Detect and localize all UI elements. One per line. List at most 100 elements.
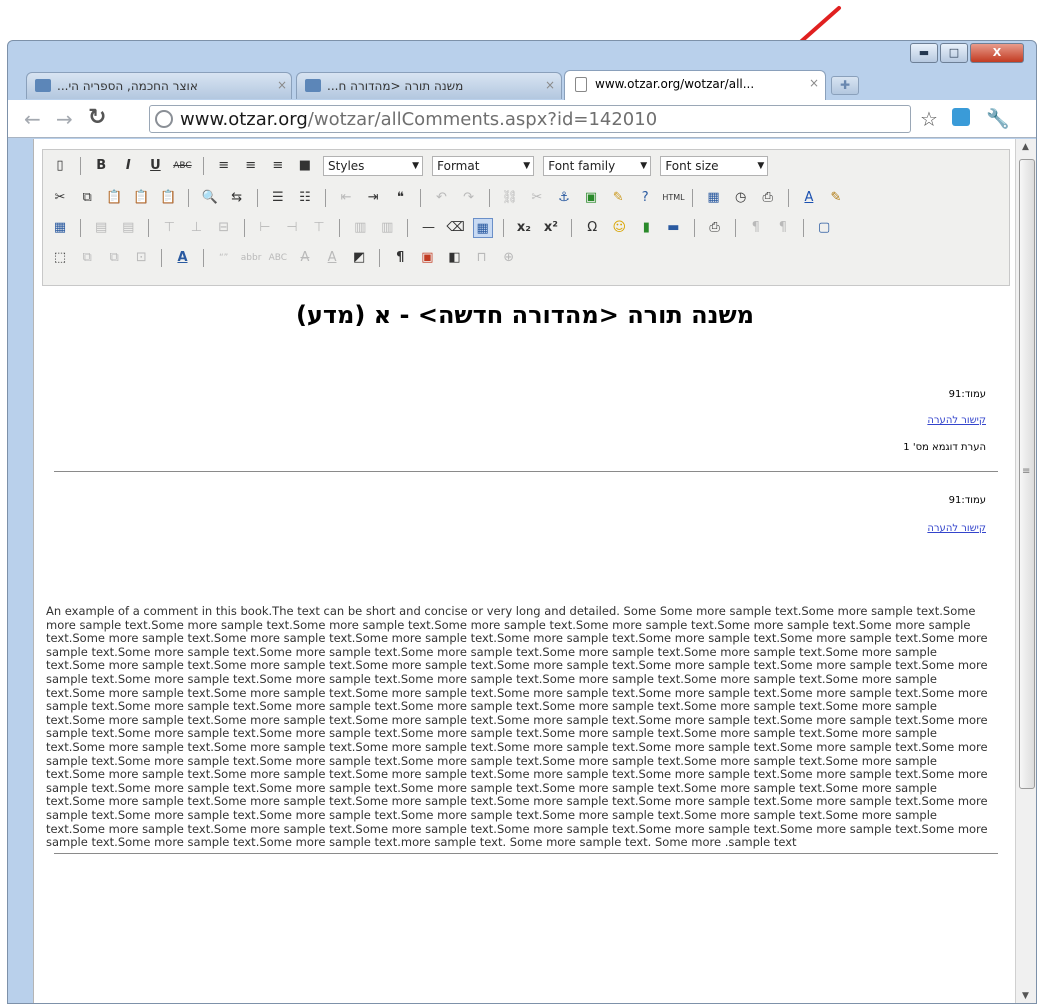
horizontal-rule-icon[interactable]: — (419, 218, 439, 238)
paste-text-icon[interactable]: 📋 (131, 188, 151, 208)
close-tab-icon[interactable]: × (277, 78, 287, 92)
remove-format-icon[interactable]: ⌫ (446, 218, 466, 238)
subscript-icon[interactable]: x₂ (514, 218, 534, 238)
table-icon[interactable]: ▦ (50, 218, 70, 238)
font-family-dropdown[interactable]: Font family ▼ (543, 156, 652, 176)
page-break-icon[interactable]: ◧ (445, 248, 465, 268)
deletion-icon[interactable]: A (295, 248, 315, 268)
insert-col-before-icon[interactable]: ⊢ (255, 218, 275, 238)
unlink-icon[interactable]: ✂ (527, 188, 547, 208)
reload-icon[interactable]: ↻ (88, 105, 106, 130)
editor-content-area[interactable]: משנה תורה <מהדורה חדשה> - א (מדע) עמוד:9… (34, 287, 1016, 1003)
emoticon-icon[interactable]: ☺ (609, 218, 629, 238)
advanced-hr-icon[interactable]: ▬ (663, 218, 683, 238)
acronym-icon[interactable]: ABC (268, 248, 288, 268)
bookmark-star-icon[interactable]: ☆ (920, 107, 938, 131)
align-center-icon[interactable]: ≡ (241, 156, 261, 176)
new-tab-button[interactable]: ✚ (831, 76, 859, 95)
absolute-icon[interactable]: ⊡ (131, 248, 151, 268)
align-justify-icon[interactable]: ■ (295, 156, 315, 176)
close-window-button[interactable]: X (970, 43, 1024, 63)
italic-icon[interactable]: I (118, 156, 138, 176)
indent-icon[interactable]: ⇥ (363, 188, 383, 208)
fullscreen-icon[interactable]: ▢ (814, 218, 834, 238)
back-arrow-icon[interactable]: ← (24, 107, 41, 131)
wrench-icon[interactable]: 🔧 (986, 107, 1010, 130)
close-tab-icon[interactable]: × (809, 76, 819, 90)
insert-col-after-icon[interactable]: ⊣ (282, 218, 302, 238)
find-icon[interactable]: 🔍 (200, 188, 220, 208)
tab-mishneh-torah[interactable]: ...משנה תורה <מהדורה ח × (296, 72, 562, 99)
paste-word-icon[interactable]: 📋 (158, 188, 178, 208)
insert-row-after-icon[interactable]: ⊥ (187, 218, 207, 238)
insert-row-before-icon[interactable]: ⊤ (159, 218, 179, 238)
numbered-list-icon[interactable]: ☷ (295, 188, 315, 208)
superscript-icon[interactable]: x² (541, 218, 561, 238)
insertion-icon[interactable]: A (322, 248, 342, 268)
attributes-icon[interactable]: ◩ (349, 248, 369, 268)
styles-dropdown[interactable]: Styles ▼ (323, 156, 424, 176)
font-size-dropdown[interactable]: Font size ▼ (660, 156, 769, 176)
insert-date-icon[interactable]: ▦ (704, 188, 724, 208)
delete-col-icon[interactable]: ⊤ (309, 218, 329, 238)
insert-template-icon[interactable]: ▣ (417, 248, 437, 268)
bold-icon[interactable]: B (91, 156, 111, 176)
ltr-icon[interactable]: ¶ (746, 218, 766, 238)
move-backward-icon[interactable]: ⧉ (104, 248, 124, 268)
rtl-icon[interactable]: ¶ (773, 218, 793, 238)
print-icon[interactable]: ⎙ (705, 218, 725, 238)
minimize-button[interactable]: ▬ (910, 43, 938, 63)
forward-arrow-icon[interactable]: → (56, 107, 73, 131)
row-props-icon[interactable]: ▤ (91, 218, 111, 238)
abbreviation-icon[interactable]: abbr (241, 248, 262, 268)
bullet-list-icon[interactable]: ☰ (268, 188, 288, 208)
new-document-icon[interactable]: ▯ (50, 156, 70, 176)
show-blocks-icon[interactable]: ¶ (390, 248, 410, 268)
special-char-icon[interactable]: Ω (582, 218, 602, 238)
cleanup-icon[interactable]: ✎ (608, 188, 628, 208)
visual-aid-icon[interactable]: ▦ (472, 218, 493, 238)
tab-all-comments[interactable]: www.otzar.org/wotzar/all... × (564, 70, 826, 100)
scrollbar-thumb[interactable]: ≡ (1019, 159, 1035, 789)
tab-otzar-library[interactable]: ...אוצר החכמה, הספריה הי × (26, 72, 292, 99)
image-icon[interactable]: ▣ (581, 188, 601, 208)
split-cells-icon[interactable]: ▥ (350, 218, 370, 238)
close-tab-icon[interactable]: × (545, 78, 555, 92)
address-bar[interactable]: www.otzar.org/wotzar/allComments.aspx?id… (149, 105, 911, 133)
undo-icon[interactable]: ↶ (432, 188, 452, 208)
maximize-button[interactable]: □ (940, 43, 968, 63)
strikethrough-icon[interactable]: ABC (172, 156, 192, 176)
media-icon[interactable]: ▮ (636, 218, 656, 238)
copy-icon[interactable]: ⧉ (77, 188, 97, 208)
move-forward-icon[interactable]: ⧉ (77, 248, 97, 268)
insert-layer-icon[interactable]: ⬚ (50, 248, 70, 268)
background-color-icon[interactable]: ✎ (826, 188, 846, 208)
scroll-down-arrow-icon[interactable]: ▼ (1022, 991, 1029, 1001)
align-right-icon[interactable]: ≡ (268, 156, 288, 176)
extension-icon[interactable] (952, 108, 970, 126)
paste-icon[interactable]: 📋 (104, 188, 124, 208)
align-left-icon[interactable]: ≡ (214, 156, 234, 176)
delete-row-icon[interactable]: ⊟ (214, 218, 234, 238)
comment-2-link[interactable]: קישור להערה (927, 523, 986, 534)
redo-icon[interactable]: ↷ (459, 188, 479, 208)
nonbreaking-space-icon[interactable]: ⊓ (472, 248, 492, 268)
insert-time-icon[interactable]: ◷ (731, 188, 751, 208)
outdent-icon[interactable]: ⇤ (336, 188, 356, 208)
cut-icon[interactable]: ✂ (50, 188, 70, 208)
text-color-icon[interactable]: A (799, 188, 819, 208)
help-icon[interactable]: ? (635, 188, 655, 208)
insert-embed-icon[interactable]: ⊕ (499, 248, 519, 268)
anchor-icon[interactable]: ⚓ (554, 188, 574, 208)
cell-props-icon[interactable]: ▤ (118, 218, 138, 238)
underline-icon[interactable]: U (145, 156, 165, 176)
replace-icon[interactable]: ⇆ (227, 188, 247, 208)
format-dropdown[interactable]: Format ▼ (432, 156, 535, 176)
html-source-icon[interactable]: HTML (662, 188, 684, 208)
blockquote-icon[interactable]: ❝ (390, 188, 410, 208)
link-icon[interactable]: ⛓ (500, 188, 520, 208)
cite-icon[interactable]: “” (214, 248, 234, 268)
merge-cells-icon[interactable]: ▥ (377, 218, 397, 238)
scroll-up-arrow-icon[interactable]: ▲ (1022, 142, 1029, 152)
styles-props-icon[interactable]: A (172, 248, 192, 268)
